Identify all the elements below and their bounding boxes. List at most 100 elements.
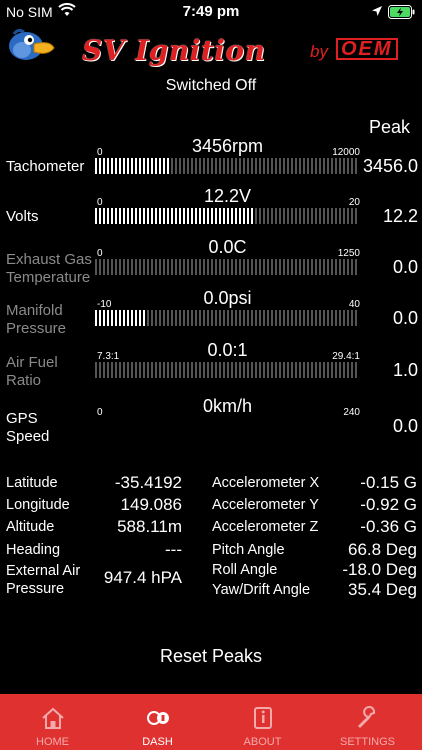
gauge-label-line: Temperature (6, 269, 91, 286)
gauge-tick (199, 208, 201, 224)
gauge-tick (259, 158, 261, 174)
gauge-tick (211, 310, 213, 326)
gauge-tick (235, 208, 237, 224)
gauge-tick (303, 208, 305, 224)
gauge-tick (187, 208, 189, 224)
gauge-tick (283, 208, 285, 224)
gauge-tick (243, 362, 245, 378)
gauge-tick (271, 259, 273, 275)
gauge-tick (239, 259, 241, 275)
gauge-tick (199, 362, 201, 378)
reset-peaks-button[interactable]: Reset Peaks (0, 646, 422, 667)
gauge-tick (135, 208, 137, 224)
gauge-label: Exhaust Gas Temperature (6, 251, 92, 287)
gauge-tick (267, 208, 269, 224)
telemetry-label: Accelerometer Y (212, 497, 319, 513)
clock: 7:49 pm (182, 3, 240, 20)
gauge-tick (95, 208, 97, 224)
gauge-tick (187, 310, 189, 326)
gauge-tick (215, 158, 217, 174)
gauge-tick (139, 208, 141, 224)
gauge-label-line: Pressure (6, 320, 67, 337)
gauge-tick (167, 362, 169, 378)
gauge-tick (111, 208, 113, 224)
gauge-tick (127, 259, 129, 275)
gauge-tick (235, 310, 237, 326)
gauge-tick (207, 362, 209, 378)
gauge-tick (335, 259, 337, 275)
gauge-tick (191, 259, 193, 275)
gauge-tick (295, 259, 297, 275)
gauge-bar (95, 362, 360, 378)
gauge-tick (131, 158, 133, 174)
gauge-tick (179, 158, 181, 174)
gauge-tick (219, 208, 221, 224)
gauge-tick (147, 362, 149, 378)
tab-home[interactable]: HOME (0, 694, 105, 750)
telemetry-label-line: Altitude (6, 519, 55, 535)
gauge-tick (115, 310, 117, 326)
gauge-tick (287, 208, 289, 224)
gauge-tick (283, 158, 285, 174)
gauge-bar (95, 259, 360, 275)
gauge-tick (127, 362, 129, 378)
gauge-tick (315, 259, 317, 275)
tab-about[interactable]: ABOUT (210, 694, 315, 750)
gauge-tick (259, 362, 261, 378)
gauge-tick (287, 310, 289, 326)
gauge-tick (335, 208, 337, 224)
gauge-tick (103, 208, 105, 224)
gauge-tick (307, 259, 309, 275)
gauge-tick (179, 259, 181, 275)
gauge-tick (323, 310, 325, 326)
gauge-tick (127, 310, 129, 326)
telemetry-value: -0.36 G (360, 517, 417, 536)
gauge-tick (207, 158, 209, 174)
gauge-tick (247, 259, 249, 275)
telemetry-label: Roll Angle (212, 562, 278, 578)
gauge-tick (223, 259, 225, 275)
gauge-tick (163, 158, 165, 174)
telemetry-label: Longitude (6, 496, 70, 514)
gauge-label-line: Air Fuel (6, 354, 58, 371)
gauge-tick (155, 310, 157, 326)
gauge-tick (99, 362, 101, 378)
telemetry-label: External Air Pressure (6, 562, 80, 598)
gauge-tick (311, 208, 313, 224)
gauge-tick (99, 158, 101, 174)
gauge-tick (107, 158, 109, 174)
gauge-current-value: 0.0:1 (207, 340, 248, 360)
gauge-tick (255, 158, 257, 174)
gauge-tick (255, 310, 257, 326)
gauge-tick (183, 310, 185, 326)
gauge-tick (299, 310, 301, 326)
gauge-tick (331, 310, 333, 326)
gauge-tick (299, 158, 301, 174)
gauge-tick (171, 310, 173, 326)
tab-settings[interactable]: SETTINGS (315, 694, 422, 750)
gauge-tick (279, 259, 281, 275)
gauge-tick (303, 158, 305, 174)
tab-dash-label: DASH (142, 736, 173, 748)
gauge-tick (275, 158, 277, 174)
gauge-tick (327, 158, 329, 174)
gauge-tick (147, 208, 149, 224)
gauge-tick (223, 362, 225, 378)
telemetry-value: -0.92 G (360, 495, 417, 514)
gauge-tick (231, 259, 233, 275)
tab-dash[interactable]: DASH (105, 694, 210, 750)
gauge-tick (183, 208, 185, 224)
gauge-tick (227, 158, 229, 174)
gauge-peak-value: 3456.0 (362, 156, 418, 176)
gauge-tick (263, 259, 265, 275)
gauge-tick (163, 208, 165, 224)
gauge-tick (199, 259, 201, 275)
gauge-tick (115, 158, 117, 174)
gauge-tick (115, 259, 117, 275)
gauge-tick (287, 158, 289, 174)
gauge-tick (111, 362, 113, 378)
gauge-tick (171, 259, 173, 275)
gauge-tick (171, 158, 173, 174)
gauge-tick (319, 259, 321, 275)
telemetry-value: 947.4 hPA (103, 568, 182, 587)
